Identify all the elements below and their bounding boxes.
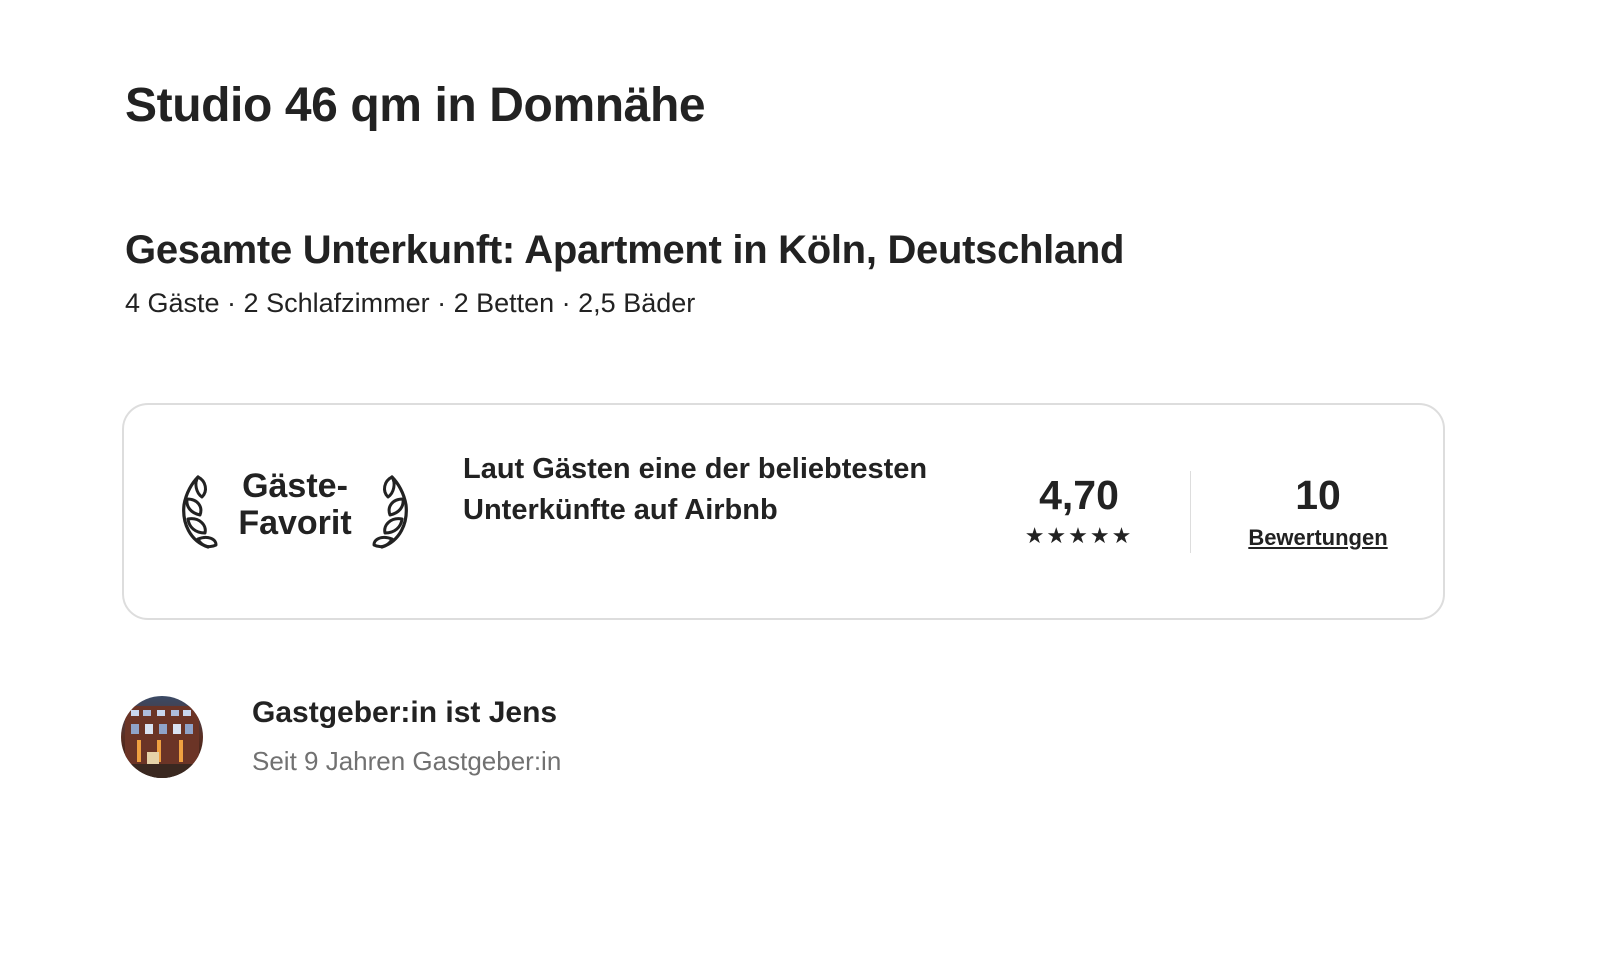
five-stars-icon: ★★★★★ [1024,523,1134,548]
host-avatar[interactable] [121,696,203,778]
rating-value: 4,70 [1039,472,1119,518]
guest-favorite-label-line-2: Favorit [238,504,352,542]
page-title: Studio 46 qm in Domnähe [125,79,706,132]
reviews-link[interactable]: Bewertungen [1248,525,1387,551]
guest-favorite-card[interactable]: Gäste- Favorit Laut Gästen eine der beli… [122,403,1445,620]
reviews-block[interactable]: 10 Bewertungen [1232,471,1404,551]
host-since: Seit 9 Jahren Gastgeber:in [252,746,562,776]
laurel-right-icon [372,475,408,549]
listing-details: 4 Gäste · 2 Schlafzimmer · 2 Betten · 2,… [125,288,696,318]
listing-subtitle: Gesamte Unterkunft: Apartment in Köln, D… [125,228,1125,272]
host-avatar-photo [121,696,203,778]
guest-favorite-label-line-1: Gäste- [242,467,348,505]
guest-favorite-description: Laut Gästen eine der beliebtesten Unterk… [463,453,928,526]
reviews-count[interactable]: 10 [1232,471,1404,519]
host-name: Gastgeber:in ist Jens [252,696,558,729]
rating-divider [1190,471,1191,553]
rating-block: 4,70 ★★★★★ [1014,471,1144,549]
guest-favorite-label: Gäste- Favorit [220,468,370,542]
laurel-left-icon [182,475,218,549]
